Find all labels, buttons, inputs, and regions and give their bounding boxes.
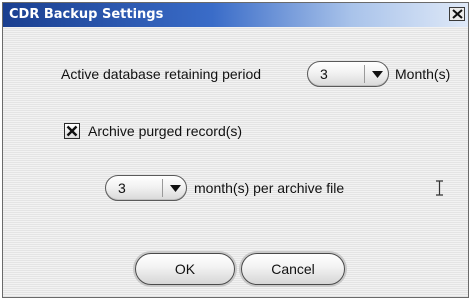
title-bar[interactable]: CDR Backup Settings [3, 3, 468, 27]
cancel-button[interactable]: Cancel [241, 253, 345, 285]
retaining-period-value: 3 [320, 66, 328, 82]
retaining-period-label: Active database retaining period [61, 66, 262, 82]
archive-months-dropdown[interactable]: 3 [105, 175, 187, 201]
ok-button[interactable]: OK [135, 253, 235, 285]
checkmark-x-icon [66, 125, 78, 137]
archive-months-label: month(s) per archive file [194, 180, 345, 196]
chevron-down-icon [170, 185, 181, 192]
close-icon [452, 9, 463, 19]
dropdown-divider [162, 179, 163, 197]
archive-purged-label[interactable]: Archive purged record(s) [88, 123, 242, 139]
archive-months-value: 3 [118, 180, 126, 196]
chevron-down-icon [372, 71, 383, 78]
text-cursor-icon [436, 180, 443, 196]
archive-purged-checkbox[interactable] [64, 123, 80, 139]
dropdown-divider [364, 65, 365, 83]
cdr-backup-settings-dialog: CDR Backup Settings Active database reta… [2, 2, 469, 298]
close-button[interactable] [449, 7, 465, 21]
retaining-period-dropdown[interactable]: 3 [307, 61, 389, 87]
retaining-period-unit: Month(s) [395, 66, 451, 82]
dialog-title: CDR Backup Settings [9, 7, 164, 22]
